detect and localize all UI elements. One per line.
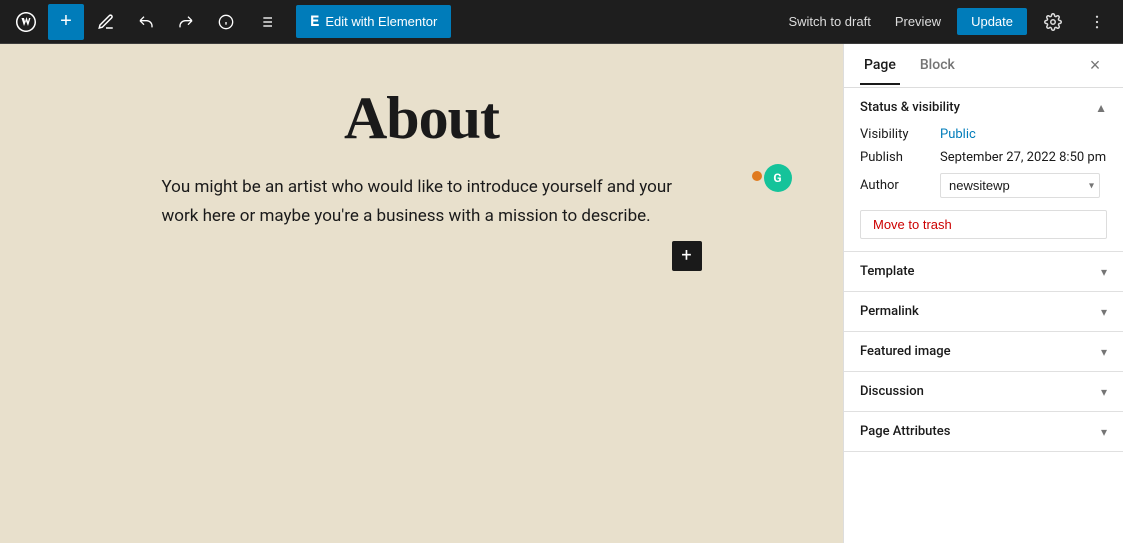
settings-button[interactable] — [1035, 4, 1071, 40]
elementor-icon: 𝐄 — [310, 13, 319, 30]
template-section: Template ▾ — [844, 252, 1123, 292]
template-header[interactable]: Template ▾ — [844, 252, 1123, 291]
list-view-button[interactable] — [248, 4, 284, 40]
featured-image-section: Featured image ▾ — [844, 332, 1123, 372]
discussion-title: Discussion — [860, 384, 924, 399]
permalink-section: Permalink ▾ — [844, 292, 1123, 332]
toolbar-right-actions: Switch to draft Preview Update — [780, 4, 1115, 40]
main-area: About You might be an artist who would l… — [0, 44, 1123, 543]
featured-image-chevron: ▾ — [1101, 345, 1107, 359]
discussion-chevron: ▾ — [1101, 385, 1107, 399]
sidebar-header: Page Block × — [844, 44, 1123, 88]
edit-with-elementor-button[interactable]: 𝐄 Edit with Elementor — [296, 5, 451, 38]
publish-row: Publish September 27, 2022 8:50 pm — [860, 150, 1107, 165]
preview-button[interactable]: Preview — [887, 10, 949, 33]
visibility-label: Visibility — [860, 127, 940, 142]
page-attributes-title: Page Attributes — [860, 424, 950, 439]
redo-button[interactable] — [168, 4, 204, 40]
page-attributes-header[interactable]: Page Attributes ▾ — [844, 412, 1123, 451]
page-attributes-chevron: ▾ — [1101, 425, 1107, 439]
page-body[interactable]: You might be an artist who would like to… — [102, 173, 742, 231]
permalink-title: Permalink — [860, 304, 919, 319]
orange-dot-indicator — [752, 171, 762, 181]
tab-page[interactable]: Page — [860, 47, 900, 85]
update-button[interactable]: Update — [957, 8, 1027, 35]
discussion-section: Discussion ▾ — [844, 372, 1123, 412]
info-button[interactable] — [208, 4, 244, 40]
status-visibility-title: Status & visibility — [860, 100, 960, 115]
page-attributes-section: Page Attributes ▾ — [844, 412, 1123, 452]
author-row: Author newsitewp — [860, 173, 1107, 198]
plus-icon: + — [60, 10, 72, 33]
tab-block[interactable]: Block — [916, 47, 959, 85]
wp-logo[interactable] — [8, 4, 44, 40]
toolbar: + 𝐄 Edit with Elementor Switch to draft … — [0, 0, 1123, 44]
visibility-value[interactable]: Public — [940, 127, 976, 142]
more-options-button[interactable] — [1079, 4, 1115, 40]
author-label: Author — [860, 178, 940, 193]
page-content: About You might be an artist who would l… — [102, 84, 742, 231]
status-visibility-content: Visibility Public Publish September 27, … — [844, 127, 1123, 251]
visibility-row: Visibility Public — [860, 127, 1107, 142]
discussion-header[interactable]: Discussion ▾ — [844, 372, 1123, 411]
undo-button[interactable] — [128, 4, 164, 40]
sidebar: Page Block × Status & visibility ▲ Visib… — [843, 44, 1123, 543]
author-select[interactable]: newsitewp — [940, 173, 1100, 198]
permalink-chevron: ▾ — [1101, 305, 1107, 319]
status-visibility-header[interactable]: Status & visibility ▲ — [844, 88, 1123, 127]
status-visibility-section: Status & visibility ▲ Visibility Public … — [844, 88, 1123, 252]
move-to-trash-button[interactable]: Move to trash — [860, 210, 1107, 239]
add-block-canvas-button[interactable]: + — [672, 241, 702, 271]
author-select-wrap: newsitewp — [940, 173, 1100, 198]
featured-image-title: Featured image — [860, 344, 951, 359]
sidebar-close-button[interactable]: × — [1083, 54, 1107, 78]
publish-value[interactable]: September 27, 2022 8:50 pm — [940, 150, 1106, 165]
template-title: Template — [860, 264, 915, 279]
switch-draft-button[interactable]: Switch to draft — [780, 10, 878, 33]
page-title[interactable]: About — [102, 84, 742, 153]
canvas: About You might be an artist who would l… — [0, 44, 843, 543]
add-block-toolbar-button[interactable]: + — [48, 4, 84, 40]
grammarly-button[interactable]: G — [764, 164, 792, 192]
tools-button[interactable] — [88, 4, 124, 40]
status-visibility-chevron: ▲ — [1095, 101, 1107, 115]
elementor-button-label: Edit with Elementor — [325, 14, 437, 29]
publish-label: Publish — [860, 150, 940, 165]
template-chevron: ▾ — [1101, 265, 1107, 279]
featured-image-header[interactable]: Featured image ▾ — [844, 332, 1123, 371]
permalink-header[interactable]: Permalink ▾ — [844, 292, 1123, 331]
